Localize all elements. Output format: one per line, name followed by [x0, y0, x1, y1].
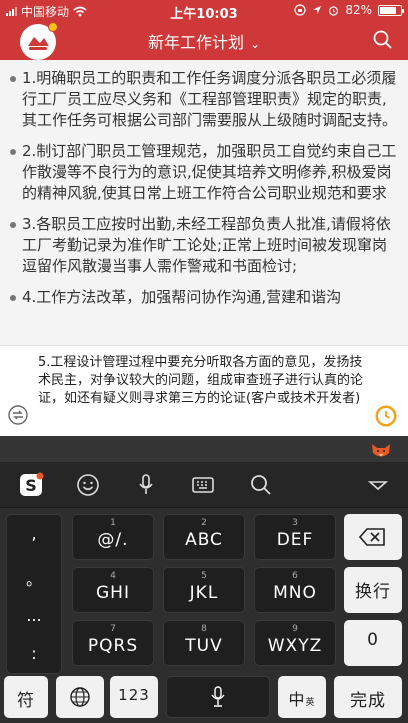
backspace-button[interactable]: [344, 514, 402, 560]
list-item-text: 2.制订部门职员工管理规范，加强职员工自觉约束自己工作散漫等不良行为的意识,促使…: [22, 142, 397, 202]
app-header: 中国移动 上午10:03 82% 新年工作计划 ⌄: [0, 0, 408, 60]
key-num: 6: [292, 571, 298, 581]
bullet: [10, 76, 16, 82]
keyboard-toolbar: S: [0, 462, 408, 508]
battery-percent: 82%: [345, 3, 372, 17]
key-label: TUV: [185, 636, 223, 656]
list-item[interactable]: 4.工作方法改革，加强帮问协作沟通,营建和谐沟: [10, 287, 398, 308]
key-num: 7: [110, 624, 116, 634]
alarm-icon: [329, 5, 339, 16]
space-voice-button[interactable]: [166, 676, 270, 718]
key-label: PQRS: [87, 636, 139, 656]
nav-bar: 新年工作计划 ⌄: [0, 20, 408, 60]
search-icon[interactable]: [248, 472, 274, 498]
numbers-button[interactable]: 123: [110, 676, 158, 718]
bullet: [10, 149, 16, 155]
punct-colon[interactable]: :: [6, 644, 62, 663]
key-8[interactable]: 8 TUV: [163, 620, 245, 666]
punctuation-column[interactable]: , 。 ... :: [6, 514, 62, 674]
keyboard-divider: [0, 436, 408, 462]
newline-label: 换行: [355, 582, 391, 602]
list-item[interactable]: 2.制订部门职员工管理规范，加强职员工自觉约束自己工作散漫等不良行为的意识,促使…: [10, 141, 398, 204]
list-item[interactable]: 1.明确职员工的职责和工作任务调度分派各职员工必须履行工厂员工应尽义务和《工程部…: [10, 68, 398, 131]
keyboard-keys: , 。 ... : 1 @/. 2 ABC 3 DEF 4 GHI 5 JKL …: [0, 508, 408, 723]
language-label: 中英: [278, 686, 326, 710]
punct-comma[interactable]: ,: [6, 524, 62, 543]
key-label: ABC: [185, 530, 223, 550]
microphone-icon: [211, 686, 225, 707]
keyboard-icon[interactable]: [190, 472, 216, 498]
lock-rotation-icon: [294, 4, 306, 16]
symbol-label: 符: [17, 691, 35, 711]
done-button[interactable]: 完成: [334, 676, 402, 718]
key-num: 5: [201, 571, 207, 581]
fox-mascot-icon[interactable]: [370, 440, 392, 460]
search-icon[interactable]: [372, 29, 394, 51]
input-text[interactable]: 5.工程设计管理过程中要充分听取各方面的意见，发扬技术民主，对争议较大的问题，组…: [38, 354, 368, 408]
microphone-icon[interactable]: [133, 472, 159, 498]
globe-button[interactable]: [56, 676, 104, 718]
language-toggle-button[interactable]: 中英: [278, 676, 326, 718]
key-6[interactable]: 6 MNO: [254, 567, 336, 613]
key-9[interactable]: 9 WXYZ: [254, 620, 336, 666]
key-num: 9: [292, 624, 298, 634]
key-num: 1: [110, 518, 116, 528]
language-english: 英: [305, 698, 316, 708]
bullet: [10, 222, 16, 228]
battery-icon: [378, 4, 404, 16]
key-label: DEF: [276, 530, 314, 550]
key-num: 3: [292, 518, 298, 528]
status-right: 82%: [294, 3, 404, 17]
page-title: 新年工作计划: [147, 33, 244, 52]
punct-period[interactable]: 。: [6, 566, 62, 590]
list-item-text: 3.各职员工应按时出勤,未经工程部负责人批准,请假将依工厂考勤记录为准作旷工论处…: [22, 215, 391, 275]
key-label: JKL: [189, 583, 219, 603]
bullet: [10, 295, 16, 301]
key-label: @/.: [97, 530, 129, 550]
text-input-area[interactable]: 5.工程设计管理过程中要充分听取各方面的意见，发扬技术民主，对争议较大的问题，组…: [0, 345, 408, 435]
punct-ellipsis[interactable]: ...: [6, 606, 62, 625]
key-label: GHI: [96, 583, 130, 603]
battery-fill: [380, 6, 396, 14]
emoji-icon[interactable]: [75, 472, 101, 498]
newline-button[interactable]: 换行: [344, 567, 402, 613]
numbers-label: 123: [118, 686, 150, 704]
sogou-logo-icon[interactable]: S: [18, 472, 44, 498]
done-label: 完成: [350, 691, 386, 711]
chevron-down-icon: ⌄: [249, 37, 261, 51]
backspace-icon: [359, 528, 385, 546]
symbol-button[interactable]: 符: [4, 676, 48, 718]
key-7[interactable]: 7 PQRS: [72, 620, 154, 666]
clock-icon[interactable]: [374, 404, 398, 428]
location-icon: [313, 6, 322, 14]
key-3[interactable]: 3 DEF: [254, 514, 336, 560]
key-num: 4: [110, 571, 116, 581]
key-label: MNO: [273, 583, 317, 603]
language-chinese: 中: [288, 690, 306, 709]
key-0[interactable]: 0: [344, 620, 402, 666]
list-item[interactable]: 3.各职员工应按时出勤,未经工程部负责人批准,请假将依工厂考勤记录为准作旷工论处…: [10, 214, 398, 277]
key-5[interactable]: 5 JKL: [163, 567, 245, 613]
key-num: 8: [201, 624, 207, 634]
globe-icon: [70, 687, 90, 707]
chevron-down-icon[interactable]: [365, 472, 391, 498]
key-1[interactable]: 1 @/.: [72, 514, 154, 560]
keyboard: S , 。 ... : 1 @/. 2 ABC 3 DEF 4 GHI 5 JK…: [0, 436, 408, 723]
key-num: 2: [201, 518, 207, 528]
document-content[interactable]: 1.明确职员工的职责和工作任务调度分派各职员工必须履行工厂员工应尽义务和《工程部…: [0, 60, 408, 350]
key-label: WXYZ: [267, 636, 323, 656]
key-4[interactable]: 4 GHI: [72, 567, 154, 613]
key-label: 0: [367, 630, 379, 650]
key-2[interactable]: 2 ABC: [163, 514, 245, 560]
cycle-icon[interactable]: [7, 404, 29, 426]
list-item-text: 1.明确职员工的职责和工作任务调度分派各职员工必须履行工厂员工应尽义务和《工程部…: [22, 69, 398, 129]
svg-text:S: S: [25, 476, 37, 495]
nav-title-dropdown[interactable]: 新年工作计划 ⌄: [0, 29, 408, 53]
list-item-text: 4.工作方法改革，加强帮问协作沟通,营建和谐沟: [22, 288, 342, 306]
status-bar: 中国移动 上午10:03 82%: [0, 0, 408, 22]
